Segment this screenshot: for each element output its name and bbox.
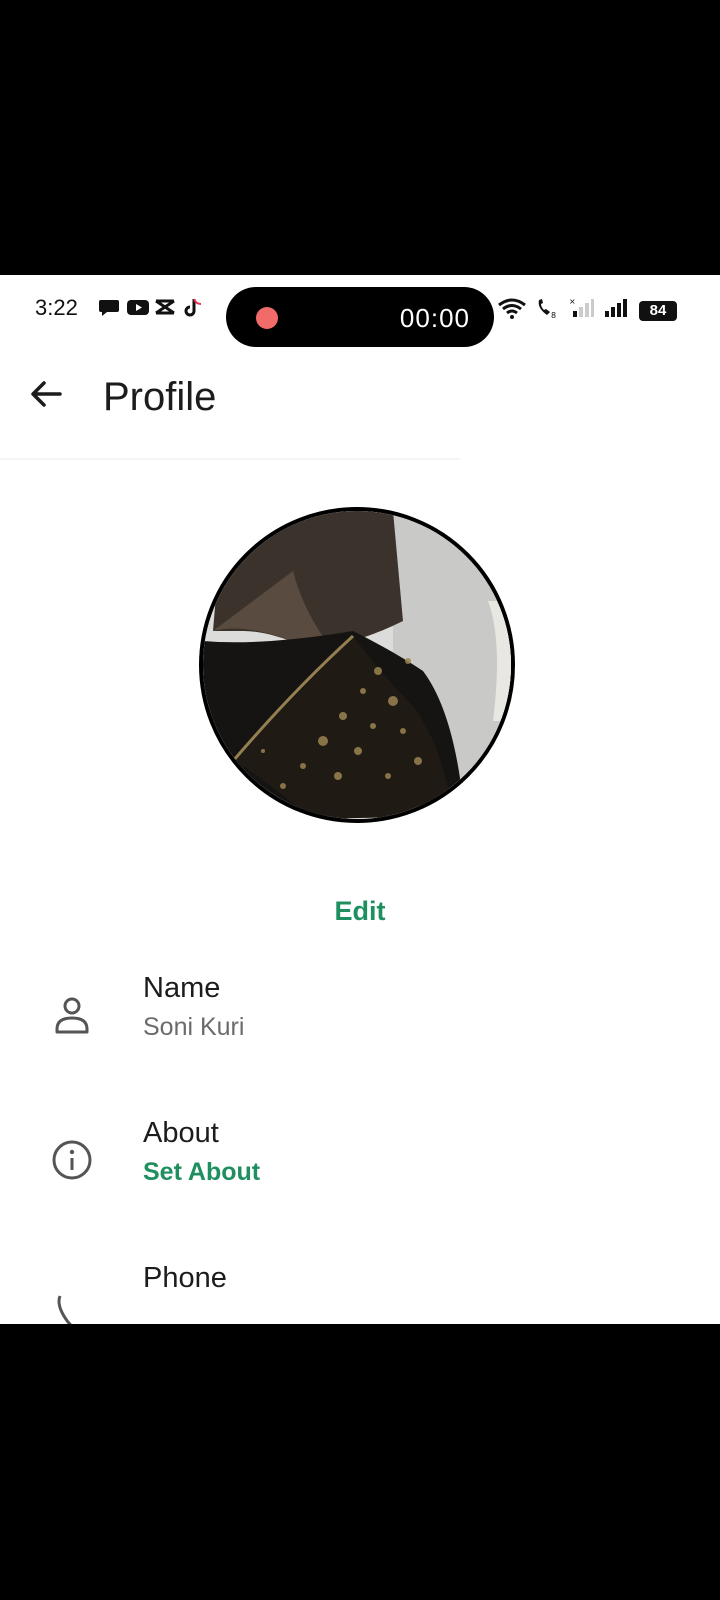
wifi-calling-icon: 8 <box>535 297 561 324</box>
signal-weak-icon: × <box>569 297 595 324</box>
arrow-left-icon <box>31 381 62 407</box>
svg-text:×: × <box>569 297 576 306</box>
status-bar: 3:22 00:00 8 × 84 <box>0 275 720 347</box>
tiktok-icon <box>182 297 204 317</box>
back-button[interactable] <box>22 369 72 419</box>
profile-photo-image <box>203 511 511 819</box>
name-value: Soni Kuri <box>143 1013 245 1041</box>
system-icons: 8 × 84 <box>497 297 677 324</box>
app-bar: Profile <box>0 335 720 455</box>
wifi-icon <box>497 297 527 324</box>
profile-photo[interactable] <box>199 507 515 823</box>
recording-timer: 00:00 <box>399 303 470 333</box>
signal-icon <box>603 297 631 324</box>
edit-photo-link[interactable]: Edit <box>0 896 720 927</box>
notification-icons <box>98 297 204 317</box>
status-time: 3:22 <box>35 295 78 320</box>
battery-indicator: 84 <box>639 300 677 321</box>
set-about-link[interactable]: Set About <box>143 1158 260 1187</box>
name-row[interactable]: Name Soni Kuri <box>0 960 720 1070</box>
phone-icon <box>50 1294 94 1324</box>
about-label: About <box>143 1117 219 1149</box>
header-divider <box>0 458 460 460</box>
phone-label: Phone <box>143 1262 227 1294</box>
capcut-icon <box>154 297 176 317</box>
info-icon <box>50 1138 94 1182</box>
name-label: Name <box>143 972 221 1004</box>
person-icon <box>50 993 94 1037</box>
page-title: Profile <box>103 375 217 419</box>
svg-text:8: 8 <box>551 311 556 319</box>
chat-bubble-icon <box>98 297 120 317</box>
youtube-icon <box>126 297 149 317</box>
about-row[interactable]: About Set About <box>0 1105 720 1215</box>
profile-screen: 3:22 00:00 8 × 84 Profile Edit Name Soni… <box>0 275 720 1324</box>
phone-row[interactable]: Phone <box>0 1250 720 1324</box>
record-icon <box>256 307 278 329</box>
